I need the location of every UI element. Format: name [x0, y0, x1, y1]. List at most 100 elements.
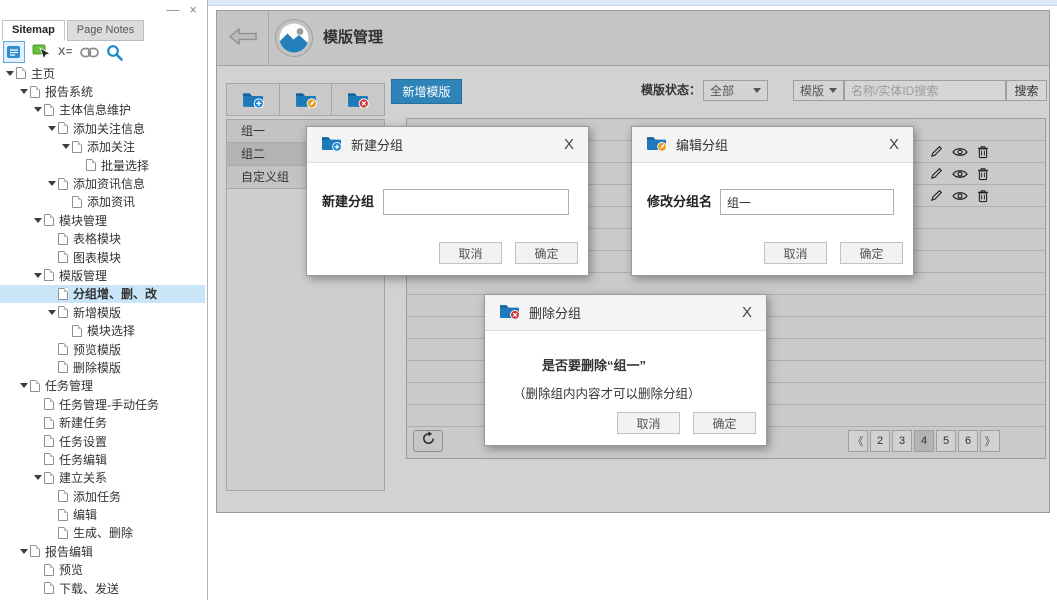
- refresh-button[interactable]: [413, 430, 443, 452]
- sitemap-item[interactable]: 预览: [0, 561, 205, 579]
- search-icon[interactable]: [106, 44, 123, 61]
- page-number-button[interactable]: 6: [958, 430, 978, 452]
- page-icon: [44, 563, 54, 576]
- sitemap-item[interactable]: 添加资讯: [0, 193, 205, 211]
- sitemap-item[interactable]: 任务管理-手动任务: [0, 395, 205, 413]
- view-icon[interactable]: [952, 168, 968, 180]
- close-icon[interactable]: ×: [189, 2, 197, 18]
- note-page-icon[interactable]: [3, 41, 25, 63]
- page-number-button[interactable]: 3: [892, 430, 912, 452]
- tab-sitemap[interactable]: Sitemap: [2, 20, 65, 41]
- sitemap-item[interactable]: 模版管理: [0, 266, 205, 284]
- sitemap-item[interactable]: 预览模版: [0, 340, 205, 358]
- search-type-dropdown[interactable]: 模版: [793, 80, 844, 101]
- confirm-button[interactable]: 确定: [693, 412, 756, 434]
- sitemap-item[interactable]: 任务设置: [0, 432, 205, 450]
- delete-icon[interactable]: [977, 167, 989, 181]
- page-number-button[interactable]: 4: [914, 430, 934, 452]
- edit-icon[interactable]: [930, 167, 943, 180]
- page-number-button[interactable]: 2: [870, 430, 890, 452]
- view-icon[interactable]: [952, 146, 968, 158]
- close-icon[interactable]: X: [742, 304, 752, 321]
- new-group-name-input[interactable]: [383, 189, 569, 215]
- sitemap-item[interactable]: 添加关注信息: [0, 119, 205, 137]
- sitemap-item[interactable]: 主体信息维护: [0, 101, 205, 119]
- search-type-value: 模版: [800, 84, 825, 98]
- chevron-down-icon: [829, 88, 837, 93]
- sitemap-item[interactable]: 主页: [0, 64, 205, 82]
- caret-down-icon[interactable]: [32, 273, 44, 278]
- cancel-button[interactable]: 取消: [617, 412, 680, 434]
- search-button[interactable]: 搜索: [1006, 80, 1047, 101]
- sitemap-item[interactable]: 添加任务: [0, 487, 205, 505]
- prev-page-button[interactable]: 《: [848, 430, 868, 452]
- status-dropdown[interactable]: 全部: [703, 80, 768, 101]
- sitemap-item[interactable]: 新建任务: [0, 413, 205, 431]
- sitemap-item[interactable]: 删除模版: [0, 358, 205, 376]
- sitemap-item[interactable]: 表格模块: [0, 230, 205, 248]
- caret-down-icon[interactable]: [46, 310, 58, 315]
- sitemap-item[interactable]: 任务管理: [0, 377, 205, 395]
- sitemap-item[interactable]: 添加关注: [0, 138, 205, 156]
- caret-down-icon[interactable]: [18, 383, 30, 388]
- sitemap-item[interactable]: 图表模块: [0, 248, 205, 266]
- delete-icon[interactable]: [977, 145, 989, 159]
- interaction-cursor-icon[interactable]: [32, 44, 51, 61]
- close-icon[interactable]: X: [564, 136, 574, 153]
- caret-down-icon[interactable]: [32, 107, 44, 112]
- sitemap-item[interactable]: 批量选择: [0, 156, 205, 174]
- cancel-button[interactable]: 取消: [439, 242, 502, 264]
- close-icon[interactable]: X: [889, 136, 899, 153]
- caret-down-icon[interactable]: [18, 89, 30, 94]
- sitemap-item[interactable]: 报告编辑: [0, 542, 205, 560]
- caret-down-icon[interactable]: [32, 475, 44, 480]
- confirm-button[interactable]: 确定: [840, 242, 903, 264]
- dialog-title: 新建分组: [351, 138, 404, 153]
- sitemap-item[interactable]: 新增模版: [0, 303, 205, 321]
- edit-icon[interactable]: [930, 189, 943, 202]
- sitemap-item[interactable]: 模块管理: [0, 211, 205, 229]
- sitemap-item[interactable]: 生成、删除: [0, 524, 205, 542]
- sitemap-item[interactable]: 建立关系: [0, 469, 205, 487]
- sitemap-item[interactable]: 任务编辑: [0, 450, 205, 468]
- next-page-button[interactable]: 》: [980, 430, 1000, 452]
- sitemap-item-label: 生成、删除: [73, 526, 134, 541]
- edit-group-name-input[interactable]: [720, 189, 894, 215]
- edit-group-button[interactable]: [279, 83, 333, 116]
- caret-down-icon[interactable]: [60, 144, 72, 149]
- view-icon[interactable]: [952, 190, 968, 202]
- add-group-button[interactable]: [226, 83, 280, 116]
- tab-page-notes[interactable]: Page Notes: [66, 20, 145, 41]
- sitemap-item[interactable]: 模块选择: [0, 321, 205, 339]
- page-icon: [58, 177, 68, 190]
- window-controls: — ×: [166, 2, 197, 18]
- delete-group-dialog: 删除分组 X 是否要删除“组一” （删除组内内容才可以删除分组） 取消 确定: [484, 294, 767, 446]
- chevron-down-icon: [753, 88, 761, 93]
- caret-down-icon[interactable]: [4, 71, 16, 76]
- page-number-button[interactable]: 5: [936, 430, 956, 452]
- link-icon[interactable]: [79, 47, 99, 58]
- caret-down-icon[interactable]: [46, 181, 58, 186]
- confirm-button[interactable]: 确定: [515, 242, 578, 264]
- delete-icon[interactable]: [977, 189, 989, 203]
- sitemap-toolbar: X=: [3, 40, 123, 64]
- sitemap-item[interactable]: 编辑: [0, 505, 205, 523]
- sitemap-item[interactable]: 报告系统: [0, 82, 205, 100]
- back-button[interactable]: [217, 11, 269, 66]
- sitemap-item[interactable]: 下载、发送: [0, 579, 205, 597]
- add-template-button[interactable]: 新增模版: [391, 79, 462, 104]
- search-input[interactable]: [844, 80, 1006, 101]
- refresh-icon: [421, 431, 436, 451]
- edit-icon[interactable]: [930, 145, 943, 158]
- caret-down-icon[interactable]: [18, 549, 30, 554]
- caret-down-icon[interactable]: [32, 218, 44, 223]
- sitemap-item[interactable]: 添加资讯信息: [0, 174, 205, 192]
- caret-down-icon[interactable]: [46, 126, 58, 131]
- sitemap-item-label: 模块选择: [87, 324, 136, 339]
- minimize-icon[interactable]: —: [166, 2, 179, 18]
- sitemap-item[interactable]: 分组增、删、改: [0, 284, 205, 304]
- cancel-button[interactable]: 取消: [764, 242, 827, 264]
- delete-group-button[interactable]: [332, 83, 386, 116]
- page-icon: [72, 140, 82, 153]
- x-equals-icon[interactable]: X=: [58, 46, 73, 58]
